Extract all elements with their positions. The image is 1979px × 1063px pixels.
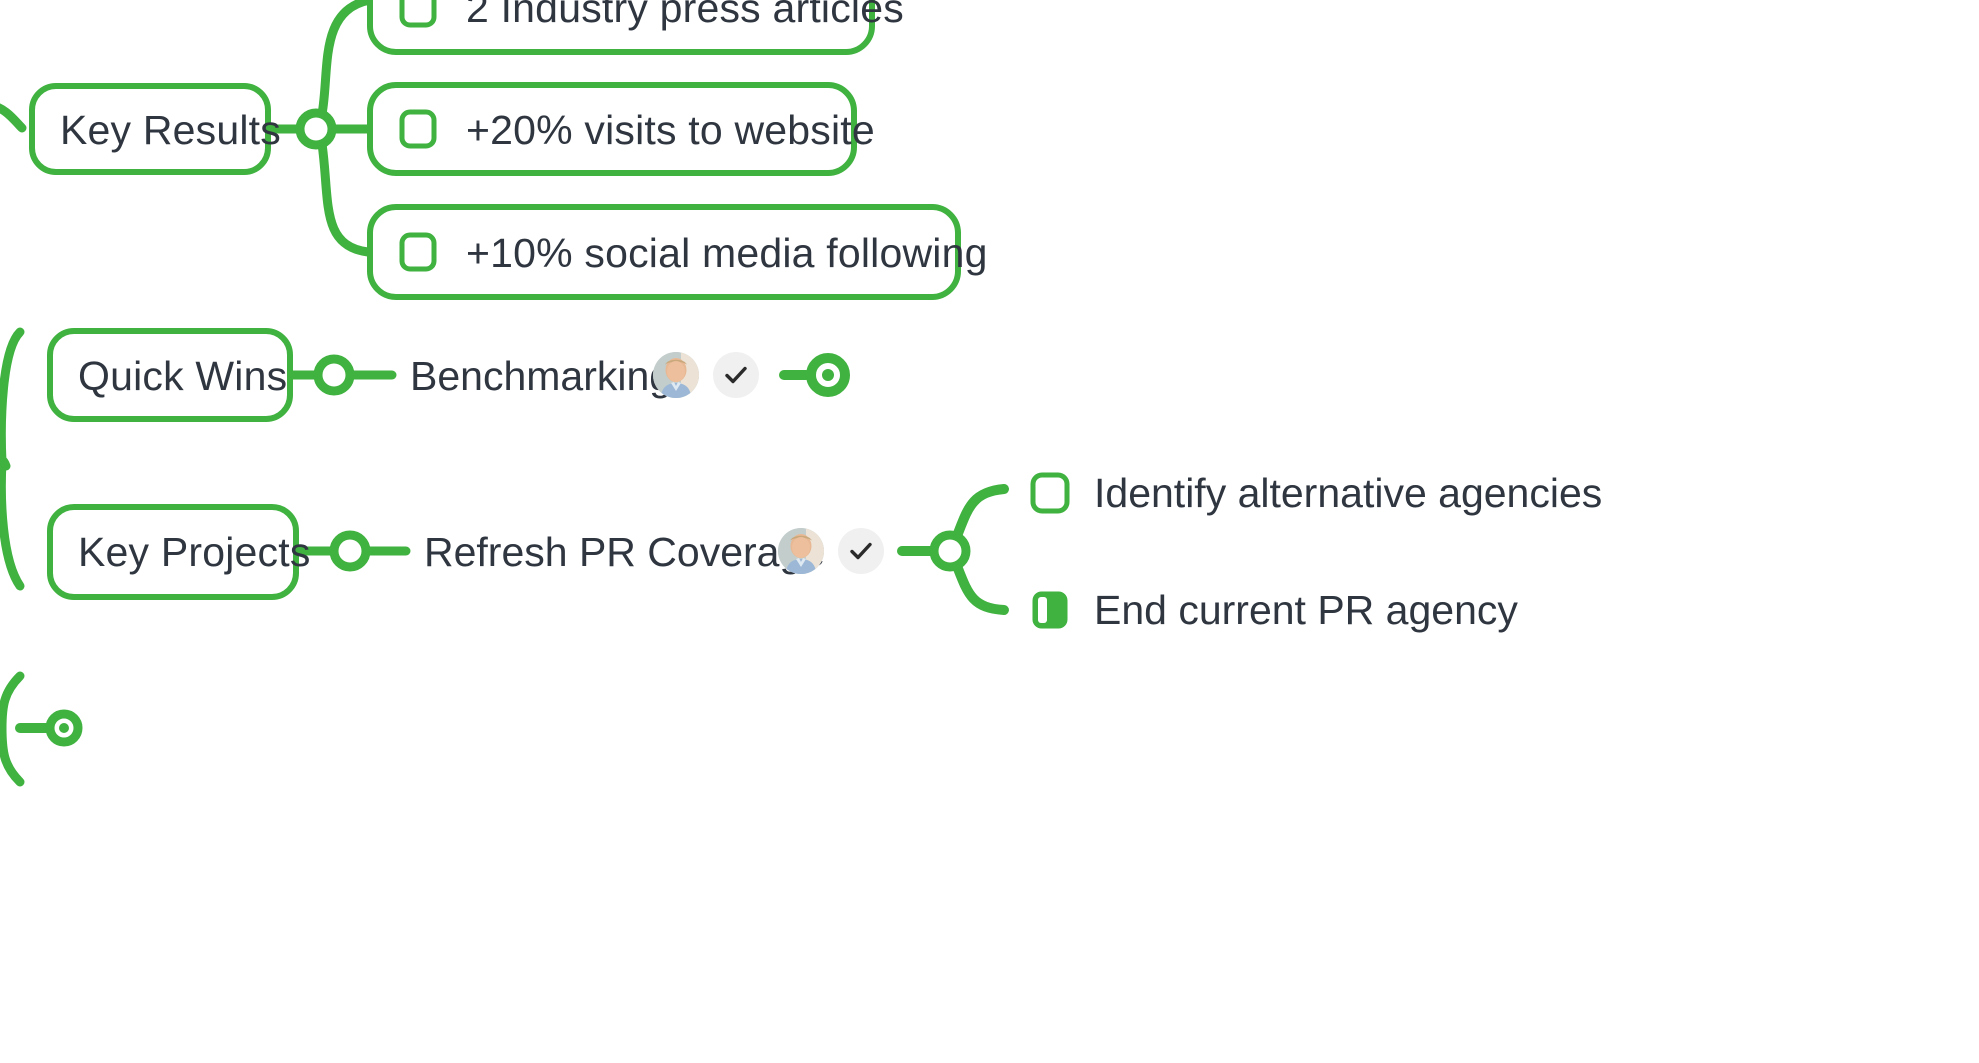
check-icon xyxy=(850,542,872,560)
avatar-refresh-pr[interactable] xyxy=(778,528,824,574)
avatar-benchmarking[interactable] xyxy=(653,352,699,398)
checkbox-empty-icon-kr-child-2[interactable] xyxy=(399,109,437,149)
checkbox-empty-icon-kr-child-1[interactable] xyxy=(399,0,437,28)
checkbox-empty-icon-kr-child-3[interactable] xyxy=(399,232,437,272)
node-label-kr-child-2[interactable]: +20% visits to website xyxy=(466,110,875,151)
checkbox-empty-icon-identify-agencies[interactable] xyxy=(1030,472,1070,514)
node-label-refresh-pr[interactable]: Refresh PR Coverage xyxy=(424,532,825,573)
mindmap-canvas[interactable]: Key Results 2 Industry press articles +2… xyxy=(0,0,1979,1063)
connector-left-spine xyxy=(0,327,25,591)
node-label-quick-wins[interactable]: Quick Wins xyxy=(78,356,287,397)
expanded-node-icon-key-results xyxy=(295,108,337,150)
node-label-key-results[interactable]: Key Results xyxy=(60,110,281,151)
expanded-node-icon-quick-wins xyxy=(313,354,355,396)
check-badge-benchmarking[interactable] xyxy=(713,352,759,398)
connector-refresh-child-1 xyxy=(952,484,1009,541)
collapsed-node-icon-benchmarking[interactable] xyxy=(806,353,850,397)
expanded-node-icon-refresh-pr xyxy=(929,530,971,572)
connector-incoming-key-results xyxy=(0,103,27,133)
connector-spine-nub xyxy=(0,453,11,471)
collapsed-node-icon-bottom-branch[interactable] xyxy=(42,706,86,750)
connector-bottom-branch xyxy=(0,671,25,787)
expanded-node-icon-key-projects xyxy=(329,530,371,572)
node-label-benchmarking[interactable]: Benchmarking xyxy=(410,356,672,397)
node-label-key-projects[interactable]: Key Projects xyxy=(78,532,311,573)
connector-refresh-child-2 xyxy=(952,561,1009,615)
checkbox-partial-icon-end-agency[interactable] xyxy=(1030,589,1070,631)
check-icon xyxy=(725,366,747,384)
node-label-kr-child-1[interactable]: 2 Industry press articles xyxy=(466,0,904,29)
connector-kr-child-1 xyxy=(317,0,375,119)
node-label-end-agency[interactable]: End current PR agency xyxy=(1094,590,1518,631)
node-label-identify-agencies[interactable]: Identify alternative agencies xyxy=(1094,473,1602,514)
node-label-kr-child-3[interactable]: +10% social media following xyxy=(466,233,988,274)
check-badge-refresh-pr[interactable] xyxy=(838,528,884,574)
connector-kr-child-3 xyxy=(317,139,373,257)
